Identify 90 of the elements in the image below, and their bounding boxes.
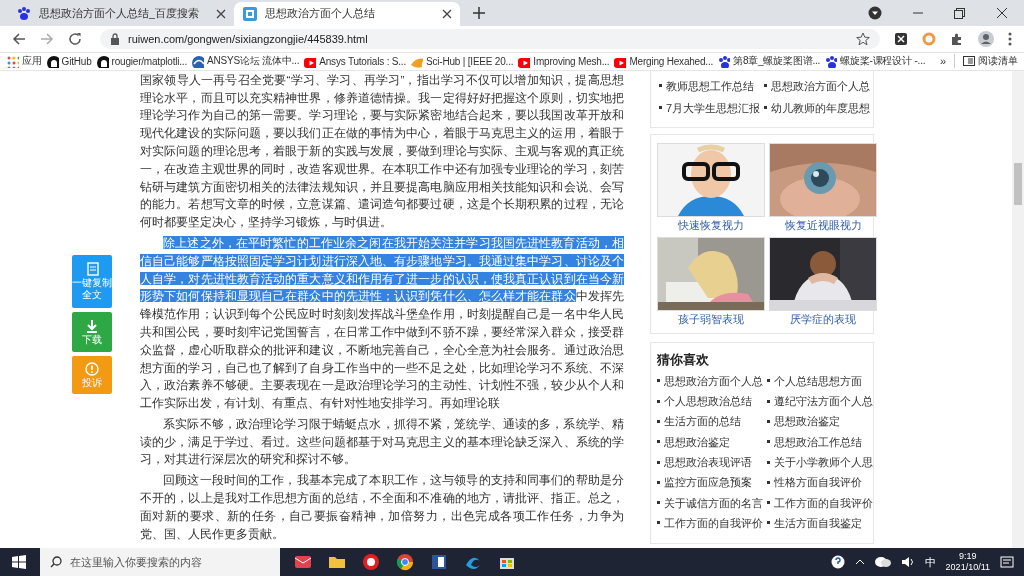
- recommend-link[interactable]: 工作方面的自我评价: [657, 512, 763, 534]
- round-logo-icon: [95, 54, 109, 68]
- download-icon: [85, 318, 99, 333]
- search-field[interactable]: 在这里输入你要搜索的内容: [40, 548, 280, 576]
- paragraph: 系实际不够，政治理论学习限于蜻蜓点水，抓得不紧，笼统学、通读的多，系统学、精读的少，满足于学过、看过。这些问题都基于对马克思主义的基本理论缺乏深入、系统的学习，对其进行深层次的研究和探讨不够。: [140, 415, 624, 468]
- recommend-link[interactable]: 思想政治鉴定: [657, 431, 763, 452]
- bookmark[interactable]: ANSYS论坛 流体中...: [191, 54, 300, 69]
- recommend-link[interactable]: 工作方面的自我评价: [767, 492, 873, 513]
- chat-icon[interactable]: [874, 556, 891, 568]
- list-icon: [963, 55, 975, 68]
- related-link[interactable]: 教师思想工作总结: [659, 74, 761, 97]
- search-icon: [50, 556, 62, 568]
- clock-time[interactable]: 9:19: [959, 551, 977, 562]
- tab-title: 思想政治方面个人总结: [265, 7, 376, 21]
- close-icon[interactable]: [996, 7, 1008, 19]
- scrollbar[interactable]: [1012, 70, 1024, 548]
- recommend-link[interactable]: 思想政治工作总结: [767, 431, 873, 452]
- close-icon[interactable]: [216, 9, 226, 19]
- bookmark[interactable]: 应用: [6, 54, 42, 69]
- mail-icon[interactable]: [294, 553, 312, 571]
- apps-icon: [6, 54, 19, 68]
- bookmark[interactable]: 螺旋桨-课程设计 -...: [824, 54, 926, 69]
- recommend-link[interactable]: 性格方面自我评价: [767, 472, 873, 493]
- new-tab-icon[interactable]: [472, 6, 486, 20]
- bookmark[interactable]: Merging Hexahed...: [613, 54, 714, 69]
- recommend-link[interactable]: 监控方面应急预案: [657, 472, 763, 493]
- windows-logo-icon[interactable]: [12, 555, 26, 569]
- swirl-icon: [191, 54, 205, 68]
- paw-icon: [717, 54, 731, 68]
- bookmark[interactable]: Sci-Hub | [IEEE 20...: [410, 54, 514, 69]
- clock-date[interactable]: 2021/10/11: [945, 562, 990, 573]
- circle-icon[interactable]: [362, 553, 380, 571]
- warning-icon: [85, 361, 99, 376]
- round-logo-icon: [45, 54, 59, 68]
- recommend-link[interactable]: 生活方面自我鉴定: [767, 512, 873, 534]
- copy-icon: [85, 262, 99, 277]
- paw-icon: [824, 54, 838, 68]
- lock-icon: [110, 32, 120, 45]
- paragraph: 除上述之外，在平时繁忙的工作业余之闲在我开始关注并学习我国先进性教育活动，相信自己能够严格按照固定学习计划进行深入地、有步骤地学习。我通过集中学习、讨论及个人自学，对先进性教育活动的重大意义和作用有了进一步的认识，使我真正认识到在当今新形势下如何保持和显现自己在群众中的先进性；认识到凭什么、怎么样才能在群众中发挥先锋模范作用；认识到每个公民应时时刻刻发挥战斗堡垒作用，时刻提醒自己是一名中华人民共和国公民，要时刻牢记党国誓言，在日常工作中做到不骄不躁，要经常深入群众，接受群众监督，虚心听取群众的批评和建议，不断地完善自己，全心全意为社会服务。通过政治思想方面的学习，自己也了解到了自身工作当中的一些不足之处，比如理论学习不系统、不深入，政治素养不够硬。主要表现在一是政治理论学习的主动性、计划性不强，较少从个人和工作实际出发，有计划、有重点、有针对性地安排学习。再如理论联: [140, 234, 624, 412]
- ad-caption-link[interactable]: 恢复近视眼视力: [784, 216, 862, 233]
- bookmark[interactable]: 第8章_螺旋桨图谱...: [717, 54, 821, 69]
- notification-icon[interactable]: [1000, 555, 1014, 569]
- related-link[interactable]: 思想政治方面个人总: [764, 74, 871, 97]
- paragraph: 回顾这一段时间的工作，我基本完成了本职工作，这与领导的支持和同事们的帮助是分不开的，以上是我对工作思想方面的总结，不全面和不准确的地方，请批评、指正。总之，面对新的要求、新的任务，自己要振奋精神，加倍努力，出色完成各项工作任务，力争为党、国、人民作更多贡献。: [140, 472, 624, 542]
- speaker-icon[interactable]: [900, 556, 915, 568]
- recommend-link[interactable]: 个人思想政治总结: [657, 391, 763, 412]
- recommend-link[interactable]: 思想政治表现评语: [657, 451, 763, 473]
- browser-icon[interactable]: [396, 553, 414, 571]
- recommend-link[interactable]: 遵纪守法方面个人总: [767, 391, 873, 412]
- ad-caption-link[interactable]: 快速恢复视力: [678, 216, 744, 233]
- bookmark[interactable]: Ansys Tutorials : S...: [303, 54, 406, 69]
- bookmark[interactable]: Improving Mesh...: [517, 54, 610, 69]
- reading-list-button[interactable]: 阅读清单: [954, 54, 1018, 69]
- help-icon[interactable]: [830, 555, 845, 569]
- dropdown-icon[interactable]: [868, 6, 882, 20]
- section-title: 猜你喜欢: [657, 350, 710, 369]
- menu-icon[interactable]: [1008, 31, 1012, 46]
- star-icon[interactable]: [856, 31, 870, 46]
- recommend-link[interactable]: 思想政治方面个人总: [657, 370, 763, 392]
- ad-caption-link[interactable]: 厌学症的表现: [790, 310, 856, 327]
- bookmark[interactable]: rougier/matplotli...: [95, 54, 188, 69]
- puzzle-icon[interactable]: [950, 31, 964, 46]
- recommend-link[interactable]: 个人总结思想方面: [767, 370, 873, 392]
- related-link[interactable]: 幼儿教师的年度思想: [764, 96, 871, 119]
- browser-tab[interactable]: 思想政治方面个人总结_百度搜索: [8, 2, 234, 26]
- document-icon[interactable]: [430, 553, 448, 571]
- ad-caption-link[interactable]: 孩子弱智表现: [678, 310, 744, 327]
- recommend-link[interactable]: 关于诚信方面的名言: [657, 492, 763, 513]
- address-bar[interactable]: ruiwen.com/gongwen/sixiangzongjie/445839.html: [100, 28, 880, 49]
- paragraph: 国家领导人一再号召全党要“学习、学习、再学习”，指出学习不仅可以增加知识，提高思想理论水平，而且可以充实精神世界，修养道德情操。我一定得好好把握这个原则，切实地把理论学习作为自己的第一需要。学习理论，要与实际紧密地结合起来，要以我国改革开放和现代化建设的实际问题，要以我们正在做的事情为中心，着眼于马克思主义的运用，着眼于对实际问题的理论思考，着眼于新的实践与发展，要做到理论与实际、主观与客观的真正统一，在改造主观世界的同时，改造客观世界。在本职工作中还有加强专业理论的学习，刻苦钻研与建筑方面密切相关的法律法规知识，并且要提高电脑应用相关技能知识和会说、会写的能力。若想写文章的时候，立意谋篇、遣词造句都要过硬，这是个长期积累的过程，无论何时都要坚定决心，坚持学习锻炼，与时俱进。: [140, 71, 624, 231]
- browser-tab[interactable]: 思想政治方面个人总结: [234, 2, 460, 26]
- related-link[interactable]: 7月大学生思想汇报: [659, 96, 761, 119]
- recommend-link[interactable]: 思想政治鉴定: [767, 411, 873, 432]
- reload-icon[interactable]: [68, 31, 82, 46]
- url-text: ruiwen.com/gongwen/sixiangzongjie/445839.html: [128, 32, 369, 45]
- more-bookmarks-button[interactable]: »: [939, 55, 946, 68]
- scrollbar-thumb[interactable]: [1014, 162, 1022, 205]
- close-icon[interactable]: [442, 9, 452, 19]
- site-icon: [242, 6, 258, 22]
- maximize-icon[interactable]: [954, 7, 966, 19]
- profile-icon[interactable]: [978, 30, 994, 47]
- recommend-link[interactable]: 生活方面的总结: [657, 411, 763, 432]
- chevron-icon[interactable]: [854, 557, 865, 567]
- input-method-indicator[interactable]: 中: [924, 554, 936, 570]
- back-icon[interactable]: [12, 31, 26, 46]
- tab-title: 思想政治方面个人总结_百度搜索: [39, 7, 200, 21]
- extension-icon[interactable]: [894, 31, 908, 46]
- paw-icon: [16, 6, 32, 22]
- recommend-link[interactable]: 关于小学教师个人思: [767, 451, 873, 473]
- bookmark[interactable]: GitHub: [45, 54, 92, 69]
